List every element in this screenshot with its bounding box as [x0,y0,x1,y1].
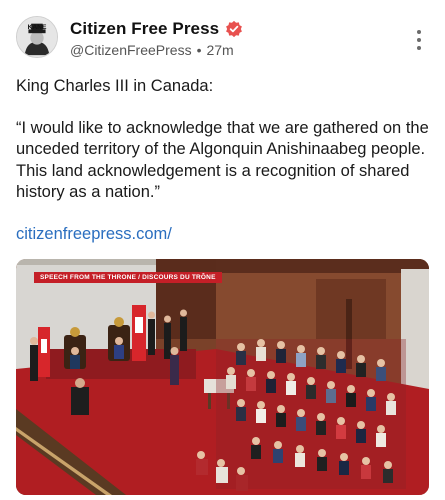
more-vertical-icon[interactable] [415,30,423,50]
author-handle[interactable]: @CitizenFreePress [70,42,192,58]
post-media-image[interactable]: SPEECH FROM THE THRONE / DISCOURS DU TRÔ… [16,259,429,495]
post-text-quote: “I would like to acknowledge that we are… [16,118,429,202]
post-text-intro: King Charles III in Canada: [16,77,214,95]
social-post: KANE Citizen Free Press @CitizenFreePres… [0,0,445,500]
audience-crowd [196,339,406,491]
author-meta-row: @CitizenFreePress • 27m [70,42,234,58]
video-caption-text: SPEECH FROM THE THRONE / DISCOURS DU TRÔ… [40,274,216,281]
avatar-image: KANE [17,17,57,57]
verified-badge-icon [225,20,243,38]
avatar-logo-text: KANE [28,24,47,31]
author-name-row: Citizen Free Press [70,19,243,39]
senate-chamber-scene [16,259,429,495]
post-body: King Charles III in Canada: “I would lik… [16,76,431,265]
post-timestamp[interactable]: 27m [206,42,233,58]
meta-separator: • [196,42,202,58]
video-caption-bar: SPEECH FROM THE THRONE / DISCOURS DU TRÔ… [34,272,222,283]
author-display-name[interactable]: Citizen Free Press [70,19,219,39]
avatar[interactable]: KANE [16,16,58,58]
post-link[interactable]: citizenfreepress.com/ [16,225,172,243]
